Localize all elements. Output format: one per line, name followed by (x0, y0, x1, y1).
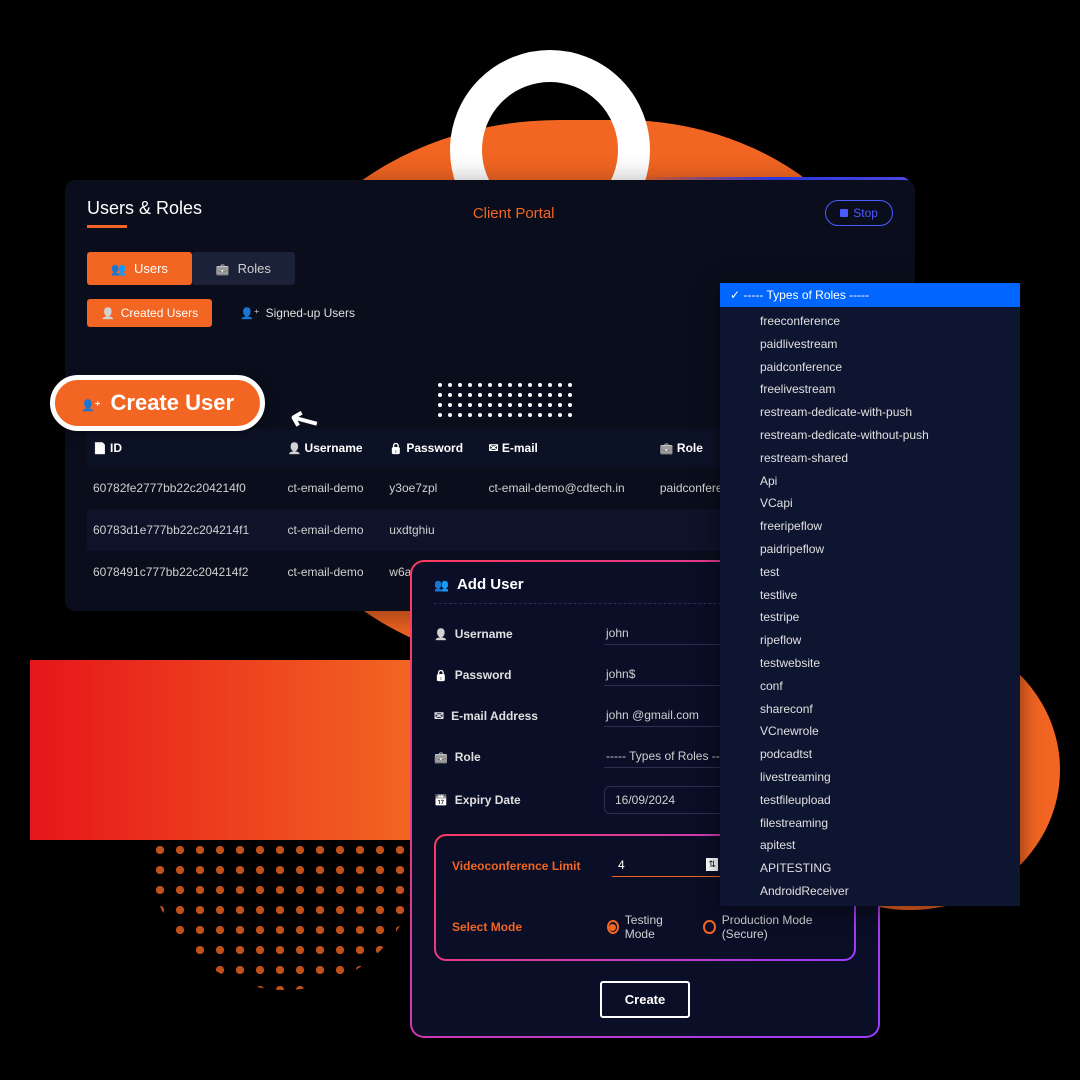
lab-email: E-mail Address (451, 709, 538, 723)
subtab-signed-label: Signed-up Users (266, 306, 355, 320)
tab-users[interactable]: Users (87, 252, 192, 285)
lock-icon (434, 668, 448, 682)
doc-icon (93, 441, 107, 455)
lab-role: Role (455, 750, 481, 764)
mail-icon (488, 441, 498, 455)
roles-dropdown-option[interactable]: paidlivestream (740, 333, 1010, 356)
briefcase-icon (434, 750, 448, 764)
roles-dropdown[interactable]: ----- Types of Roles ----- freeconferenc… (720, 283, 1020, 906)
lab-select-mode: Select Mode (452, 920, 587, 934)
briefcase-icon (216, 261, 230, 276)
stop-button[interactable]: Stop (825, 200, 893, 226)
panel-title-block: Users & Roles (87, 198, 202, 228)
lab-password: Password (455, 668, 512, 682)
roles-dropdown-option[interactable]: VCapi (740, 492, 1010, 515)
user-icon (434, 627, 448, 641)
tab-roles[interactable]: Roles (192, 252, 295, 285)
user-plus-icon (81, 393, 101, 414)
user-icon (101, 306, 115, 320)
input-vc-limit[interactable]: 4 (612, 854, 722, 877)
roles-dropdown-option[interactable]: filestreaming (740, 812, 1010, 835)
user-plus-icon (240, 306, 260, 320)
col-id[interactable]: ID (87, 429, 281, 467)
roles-dropdown-option[interactable]: paidconference (740, 356, 1010, 379)
lab-vc-limit: Videoconference Limit (452, 859, 612, 873)
calendar-icon (434, 793, 448, 807)
roles-dropdown-option[interactable]: freelivestream (740, 378, 1010, 401)
roles-dropdown-option[interactable]: AndroidReceiver (740, 880, 1010, 903)
lab-expiry: Expiry Date (455, 793, 521, 807)
users-icon (111, 261, 126, 276)
roles-dropdown-option[interactable]: testlive (740, 584, 1010, 607)
user-icon (287, 441, 301, 455)
client-portal-label: Client Portal (473, 205, 555, 222)
create-user-button[interactable]: Create User (50, 375, 265, 431)
stop-label: Stop (853, 206, 878, 220)
mail-icon (434, 709, 444, 723)
radio-production-mode[interactable]: Production Mode (Secure) (703, 913, 838, 941)
roles-dropdown-option[interactable]: paidripeflow (740, 538, 1010, 561)
roles-dropdown-option[interactable]: testripe (740, 606, 1010, 629)
roles-dropdown-option[interactable]: APITESTING (740, 857, 1010, 880)
col-email[interactable]: E-mail (482, 429, 653, 467)
roles-dropdown-option[interactable]: shareconf (740, 698, 1010, 721)
roles-dropdown-option[interactable]: conf (740, 675, 1010, 698)
roles-dropdown-option[interactable]: restream-dedicate-without-push (740, 424, 1010, 447)
title-underline (87, 225, 127, 228)
roles-dropdown-option[interactable]: freeconference (740, 310, 1010, 333)
roles-dropdown-option[interactable]: apitest (740, 834, 1010, 857)
briefcase-icon (660, 441, 674, 455)
roles-dropdown-option[interactable]: VCnewrole (740, 720, 1010, 743)
roles-dropdown-option[interactable]: testwebsite (740, 652, 1010, 675)
subtab-created-users[interactable]: Created Users (87, 299, 212, 327)
lab-username: Username (455, 627, 513, 641)
users-icon (434, 576, 449, 593)
header-dot-grid (435, 380, 575, 420)
lock-icon (389, 441, 403, 455)
subtab-signed-users[interactable]: Signed-up Users (226, 299, 369, 327)
create-user-label: Create User (111, 390, 235, 416)
stop-icon (840, 209, 848, 217)
panel-title: Users & Roles (87, 198, 202, 219)
roles-dropdown-option[interactable]: restream-dedicate-with-push (740, 401, 1010, 424)
roles-dropdown-header[interactable]: ----- Types of Roles ----- (720, 283, 1020, 307)
roles-dropdown-option[interactable]: livestreaming (740, 766, 1010, 789)
roles-dropdown-option[interactable]: podcadtst (740, 743, 1010, 766)
roles-dropdown-option[interactable]: ripeflow (740, 629, 1010, 652)
radio-testing-mode[interactable]: Testing Mode (607, 913, 684, 941)
roles-dropdown-option[interactable]: freeripeflow (740, 515, 1010, 538)
subtab-created-label: Created Users (121, 306, 198, 320)
roles-dropdown-option[interactable]: restream-shared (740, 447, 1010, 470)
col-password[interactable]: Password (383, 429, 482, 467)
roles-dropdown-option[interactable]: Api (740, 470, 1010, 493)
roles-dropdown-option[interactable]: testfileupload (740, 789, 1010, 812)
bg-gradient-bar (30, 660, 410, 840)
tab-roles-label: Roles (238, 261, 271, 276)
create-submit-button[interactable]: Create (600, 981, 690, 1018)
tab-users-label: Users (134, 261, 168, 276)
roles-dropdown-option[interactable]: test (740, 561, 1010, 584)
